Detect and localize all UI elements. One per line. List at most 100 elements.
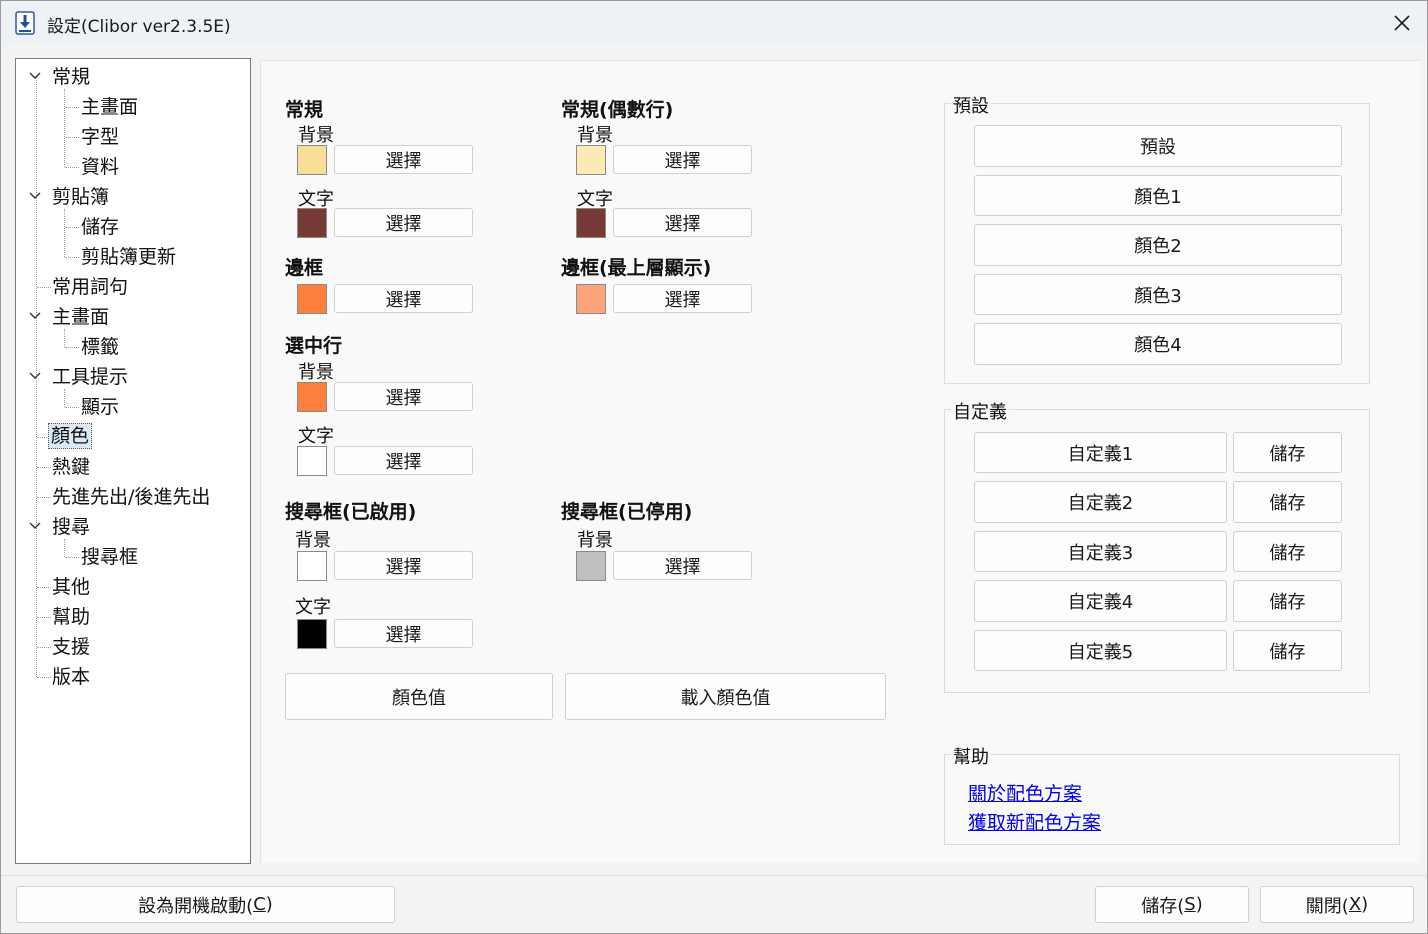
tree-item-general-main-screen[interactable]: 主畫面 xyxy=(81,95,138,119)
custom4-button[interactable]: 自定義4 xyxy=(974,580,1227,622)
border-top-section-title: 邊框(最上層顯示) xyxy=(561,257,712,279)
close-window-button[interactable] xyxy=(1383,5,1421,41)
footer-separator xyxy=(1,875,1427,876)
settings-tree[interactable]: 常規 主畫面 字型 資料 剪貼簿 儲存 剪貼簿更新 常用詞句 主畫面 標籤 工具… xyxy=(15,58,251,864)
tree-item-other[interactable]: 其他 xyxy=(52,575,90,599)
presets-group-title: 預設 xyxy=(951,92,991,118)
border-select-button[interactable]: 選擇 xyxy=(334,284,473,313)
tree-item-hotkeys[interactable]: 熱鍵 xyxy=(52,455,90,479)
about-color-schemes-link[interactable]: 關於配色方案 xyxy=(968,779,1082,806)
settings-window: 設定(Clibor ver2.3.5E) 常規 主畫面 字型 資料 剪貼簿 儲存… xyxy=(0,0,1428,934)
save-button[interactable]: 儲存(S) xyxy=(1095,886,1249,923)
normal-section-title: 常規 xyxy=(285,99,324,121)
tree-item-general[interactable]: 常規 xyxy=(52,65,90,89)
tree-item-version[interactable]: 版本 xyxy=(52,665,90,689)
close-button[interactable]: 關閉(X) xyxy=(1260,886,1414,923)
set-startup-paren: ) xyxy=(265,894,273,915)
close-icon xyxy=(1394,15,1410,31)
preset-color1-button[interactable]: 顏色1 xyxy=(974,175,1342,216)
search-disabled-bg-select-button[interactable]: 選擇 xyxy=(613,551,752,580)
title-bar: 設定(Clibor ver2.3.5E) xyxy=(1,1,1427,45)
tree-item-help[interactable]: 幫助 xyxy=(52,605,90,629)
window-title: 設定(Clibor ver2.3.5E) xyxy=(47,17,231,37)
custom1-button[interactable]: 自定義1 xyxy=(974,432,1227,473)
tree-item-phrases[interactable]: 常用詞句 xyxy=(52,275,128,299)
chevron-down-icon[interactable] xyxy=(28,189,42,203)
normal-bg-select-button[interactable]: 選擇 xyxy=(334,145,473,174)
tree-item-tooltip-display[interactable]: 顯示 xyxy=(81,395,119,419)
search-disabled-bg-label: 背景 xyxy=(577,530,613,551)
chevron-down-icon[interactable] xyxy=(28,69,42,83)
search-enabled-text-swatch xyxy=(297,619,327,649)
set-startup-key: C xyxy=(253,894,266,915)
tree-item-search-box[interactable]: 搜尋框 xyxy=(81,545,138,569)
search-disabled-section-title: 搜尋框(已停用) xyxy=(561,501,693,523)
selected-row-text-label: 文字 xyxy=(298,426,334,447)
tree-item-clipboard[interactable]: 剪貼簿 xyxy=(52,185,109,209)
normal-text-swatch xyxy=(297,208,327,238)
custom1-save-button[interactable]: 儲存 xyxy=(1233,432,1342,473)
preset-color3-button[interactable]: 顏色3 xyxy=(974,274,1342,315)
search-enabled-text-select-button[interactable]: 選擇 xyxy=(334,619,473,648)
tree-item-tabs[interactable]: 標籤 xyxy=(81,335,119,359)
search-disabled-bg-swatch xyxy=(576,551,606,581)
custom-group-title: 自定義 xyxy=(951,398,1009,424)
selected-row-section-title: 選中行 xyxy=(285,335,343,357)
preset-default-button[interactable]: 預設 xyxy=(974,125,1342,167)
tree-item-support[interactable]: 支援 xyxy=(52,635,90,659)
custom5-button[interactable]: 自定義5 xyxy=(974,630,1227,671)
chevron-down-icon[interactable] xyxy=(28,519,42,533)
custom2-save-button[interactable]: 儲存 xyxy=(1233,481,1342,523)
close-label: 關閉( xyxy=(1305,895,1349,917)
tree-item-clipboard-update[interactable]: 剪貼簿更新 xyxy=(81,245,176,269)
custom2-button[interactable]: 自定義2 xyxy=(974,481,1227,523)
chevron-down-icon[interactable] xyxy=(28,309,42,323)
search-enabled-bg-label: 背景 xyxy=(295,530,331,551)
normal-bg-label: 背景 xyxy=(298,125,334,146)
color-value-button[interactable]: 顏色值 xyxy=(285,673,553,720)
normal-even-text-select-button[interactable]: 選擇 xyxy=(613,208,752,237)
custom3-button[interactable]: 自定義3 xyxy=(974,531,1227,572)
normal-even-bg-select-button[interactable]: 選擇 xyxy=(613,145,752,174)
close-paren: ) xyxy=(1361,894,1369,915)
normal-text-select-button[interactable]: 選擇 xyxy=(334,208,473,237)
tree-item-clipboard-save[interactable]: 儲存 xyxy=(81,215,119,239)
preset-color2-button[interactable]: 顏色2 xyxy=(974,224,1342,266)
app-download-icon xyxy=(15,11,35,35)
close-key: X xyxy=(1348,894,1362,915)
border-color-swatch xyxy=(297,284,327,314)
save-label: 儲存( xyxy=(1141,895,1185,917)
border-top-color-swatch xyxy=(576,284,606,314)
selected-row-bg-select-button[interactable]: 選擇 xyxy=(334,382,473,411)
get-new-color-schemes-link[interactable]: 獲取新配色方案 xyxy=(968,808,1101,835)
load-color-value-button[interactable]: 載入顏色值 xyxy=(565,673,886,720)
save-paren: ) xyxy=(1195,894,1203,915)
custom5-save-button[interactable]: 儲存 xyxy=(1233,630,1342,671)
colors-panel: 常規 背景 選擇 文字 選擇 常規(偶數行) 背景 選擇 文字 選擇 邊框 選擇… xyxy=(260,60,1420,863)
tree-item-search[interactable]: 搜尋 xyxy=(52,515,90,539)
set-startup-button[interactable]: 設為開機啟動(C) xyxy=(16,886,395,923)
normal-even-text-swatch xyxy=(576,208,606,238)
tree-item-colors[interactable]: 顏色 xyxy=(48,423,93,449)
tree-item-fifo-lifo[interactable]: 先進先出/後進先出 xyxy=(52,485,210,509)
preset-color4-button[interactable]: 顏色4 xyxy=(974,323,1342,365)
selected-row-text-swatch xyxy=(297,446,327,476)
help-group-title: 幫助 xyxy=(951,743,991,769)
search-enabled-text-label: 文字 xyxy=(295,597,331,618)
normal-even-section-title: 常規(偶數行) xyxy=(561,99,674,121)
custom3-save-button[interactable]: 儲存 xyxy=(1233,531,1342,572)
save-key: S xyxy=(1184,894,1196,915)
tree-item-data[interactable]: 資料 xyxy=(81,155,119,179)
chevron-down-icon[interactable] xyxy=(28,369,42,383)
normal-bg-swatch xyxy=(297,145,327,175)
custom4-save-button[interactable]: 儲存 xyxy=(1233,580,1342,622)
tree-item-tooltip[interactable]: 工具提示 xyxy=(52,365,128,389)
search-enabled-bg-select-button[interactable]: 選擇 xyxy=(334,551,473,580)
border-top-select-button[interactable]: 選擇 xyxy=(613,284,752,313)
tree-item-font[interactable]: 字型 xyxy=(81,125,119,149)
search-enabled-section-title: 搜尋框(已啟用) xyxy=(285,501,417,523)
tree-item-main-screen[interactable]: 主畫面 xyxy=(52,305,109,329)
selected-row-bg-label: 背景 xyxy=(298,362,334,383)
selected-row-text-select-button[interactable]: 選擇 xyxy=(334,446,473,475)
search-enabled-bg-swatch xyxy=(297,551,327,581)
